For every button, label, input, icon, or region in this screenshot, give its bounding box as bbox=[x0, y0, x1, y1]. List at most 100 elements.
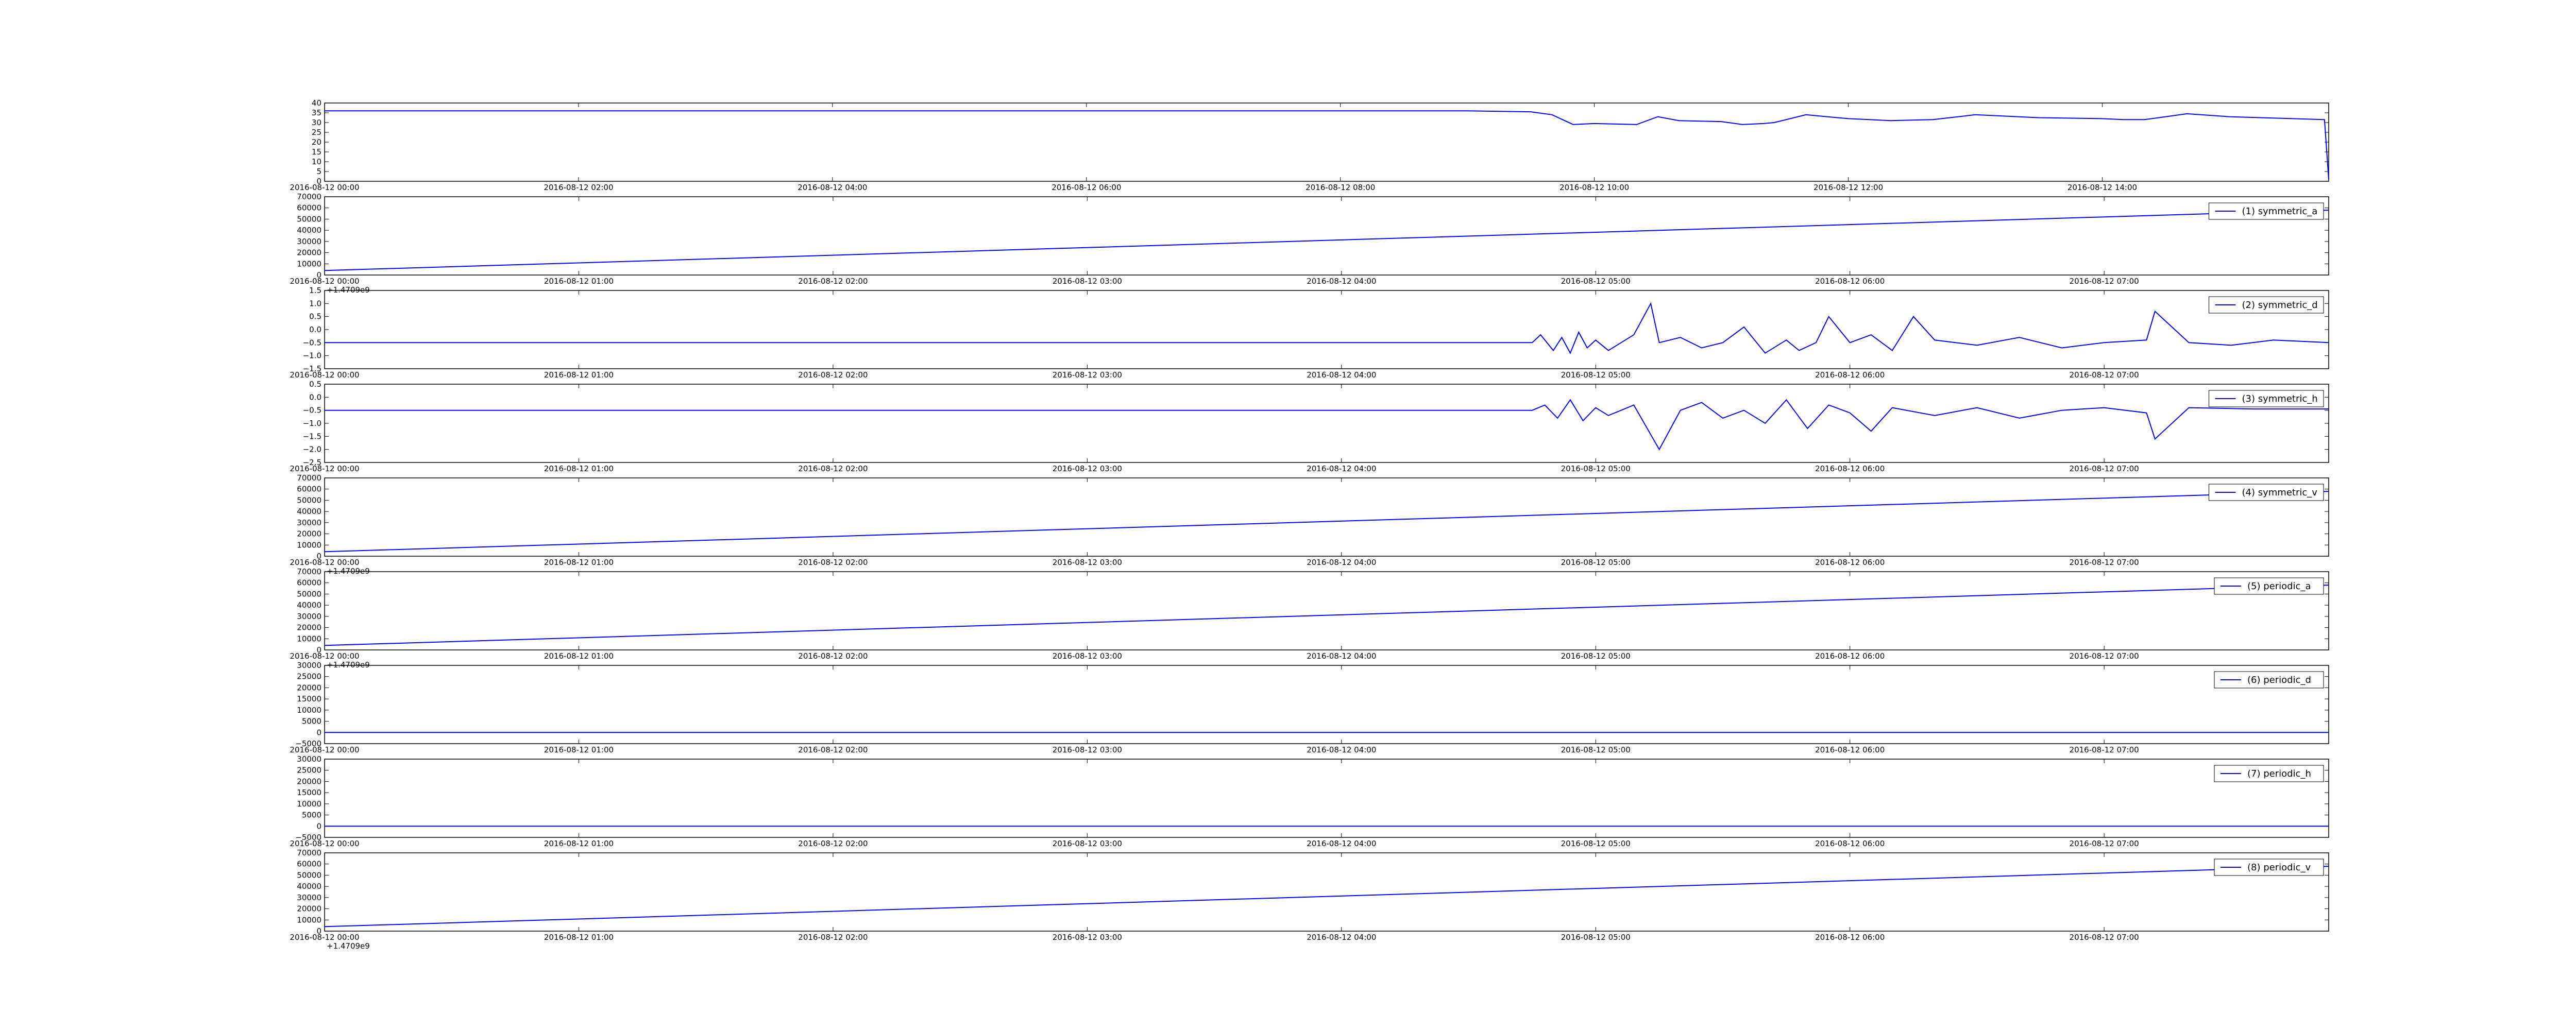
y-tick-label: 25 bbox=[312, 128, 321, 137]
x-tick-label: 2016-08-12 08:00 bbox=[1306, 183, 1375, 192]
legend: (7) periodic_h bbox=[2214, 765, 2324, 782]
y-tick-label: 10000 bbox=[297, 915, 321, 924]
x-tick-label: 2016-08-12 04:00 bbox=[1307, 933, 1376, 942]
x-tick-label: 2016-08-12 07:00 bbox=[2070, 277, 2139, 286]
y-tick-label: 10 bbox=[312, 157, 321, 166]
legend-label: (7) periodic_h bbox=[2247, 768, 2311, 779]
panel-7: −50000500010000150002000025000300002016-… bbox=[290, 661, 2329, 754]
y-tick-label: 70000 bbox=[297, 848, 321, 857]
x-tick-label: 2016-08-12 06:00 bbox=[1815, 839, 1885, 848]
axes-frame bbox=[324, 665, 2329, 744]
x-tick-label: 2016-08-12 05:00 bbox=[1561, 277, 1631, 286]
y-tick-label: 40000 bbox=[297, 600, 321, 610]
y-tick-label: 10000 bbox=[297, 799, 321, 809]
y-tick-label: 10000 bbox=[297, 259, 321, 268]
x-tick-label: 2016-08-12 03:00 bbox=[1053, 370, 1122, 380]
x-offset-text: +1.4709e9 bbox=[327, 566, 370, 576]
y-tick-label: 50000 bbox=[297, 589, 321, 598]
x-tick-label: 2016-08-12 00:00 bbox=[290, 933, 359, 942]
panel-9: 0100002000030000400005000060000700002016… bbox=[290, 848, 2329, 951]
x-tick-label: 2016-08-12 03:00 bbox=[1053, 933, 1122, 942]
y-tick-label: 15 bbox=[312, 147, 321, 157]
y-tick-label: 0.0 bbox=[309, 325, 321, 334]
y-tick-label: 30000 bbox=[297, 612, 321, 621]
panel-1: 05101520253035402016-08-12 00:00 2016-08-… bbox=[290, 98, 2329, 192]
panel-4: −2.5−2.0−1.5−1.0−0.50.00.52016-08-12 00:… bbox=[290, 380, 2329, 473]
x-tick-label: 2016-08-12 01:00 bbox=[544, 839, 614, 848]
x-tick-label: 2016-08-12 04:00 bbox=[1307, 370, 1376, 380]
y-tick-label: 25000 bbox=[297, 766, 321, 775]
x-tick-label: 2016-08-12 12:00 bbox=[1814, 183, 1883, 192]
y-tick-label: 50000 bbox=[297, 495, 321, 505]
legend: (4) symmetric_v bbox=[2209, 484, 2324, 501]
y-tick-label: 50000 bbox=[297, 870, 321, 880]
y-tick-label: 0.0 bbox=[309, 392, 321, 402]
series-line bbox=[324, 585, 2329, 646]
y-tick-label: 30000 bbox=[297, 661, 321, 670]
x-tick-label: 2016-08-12 01:00 bbox=[544, 651, 614, 661]
y-tick-label: 40000 bbox=[297, 507, 321, 516]
y-tick-label: 30000 bbox=[297, 237, 321, 246]
y-tick-label: 20000 bbox=[297, 777, 321, 786]
x-tick-label: 2016-08-12 06:00 bbox=[1052, 183, 1121, 192]
panel-3: −1.5−1.0−0.50.00.51.01.52016-08-12 00:00… bbox=[290, 286, 2329, 380]
axes-frame bbox=[324, 759, 2329, 838]
series-line bbox=[324, 491, 2329, 553]
legend: (5) periodic_a bbox=[2214, 577, 2324, 595]
y-tick-label: 20 bbox=[312, 138, 321, 147]
series-line bbox=[324, 866, 2329, 928]
y-tick-label: 70000 bbox=[297, 473, 321, 483]
x-tick-label: 2016-08-12 06:00 bbox=[1815, 933, 1885, 942]
legend-label: (8) periodic_v bbox=[2247, 862, 2311, 873]
x-tick-label: 2016-08-12 04:00 bbox=[1307, 464, 1376, 473]
x-offset-text: +1.4709e9 bbox=[327, 941, 370, 951]
panel-5: 0100002000030000400005000060000700002016… bbox=[290, 473, 2329, 576]
x-tick-label: 2016-08-12 00:00 bbox=[290, 558, 359, 567]
series-line bbox=[325, 399, 2329, 451]
x-tick-label: 2016-08-12 02:00 bbox=[798, 370, 868, 380]
x-tick-label: 2016-08-12 06:00 bbox=[1815, 745, 1885, 754]
x-tick-label: 2016-08-12 07:00 bbox=[2070, 745, 2139, 754]
legend-label: (5) periodic_a bbox=[2247, 581, 2311, 592]
x-tick-label: 2016-08-12 07:00 bbox=[2070, 651, 2139, 661]
x-tick-label: 2016-08-12 03:00 bbox=[1053, 745, 1122, 754]
y-tick-label: 10000 bbox=[297, 634, 321, 643]
y-tick-label: 1.0 bbox=[309, 299, 321, 308]
x-tick-label: 2016-08-12 05:00 bbox=[1561, 933, 1631, 942]
figure: 0 510152025303540 2016-08-12 00:00 2016-08-… bbox=[290, 98, 2329, 951]
axes-frame bbox=[324, 571, 2329, 650]
x-tick-label: 2016-08-12 04:00 bbox=[1307, 558, 1376, 567]
y-tick-label: 70000 bbox=[297, 192, 321, 201]
series-line bbox=[325, 110, 2329, 180]
x-offset-text: +1.4709e9 bbox=[327, 660, 370, 670]
y-tick-label: 1.5 bbox=[309, 286, 321, 295]
axes-frame bbox=[324, 290, 2329, 369]
x-tick-label: 2016-08-12 03:00 bbox=[1053, 651, 1122, 661]
y-tick-label: 0 bbox=[316, 821, 321, 831]
series-line bbox=[325, 302, 2329, 354]
y-tick-label: 60000 bbox=[297, 203, 321, 213]
panel-8: −50000500010000150002000025000300002016-… bbox=[290, 754, 2329, 848]
x-tick-label: 2016-08-12 07:00 bbox=[2070, 839, 2139, 848]
x-tick-label: 2016-08-12 05:00 bbox=[1561, 558, 1631, 567]
x-tick-label: 2016-08-12 07:00 bbox=[2070, 933, 2139, 942]
x-tick-label: 2016-08-12 02:00 bbox=[798, 745, 868, 754]
axes-frame bbox=[324, 102, 2329, 182]
legend: (2) symmetric_d bbox=[2209, 296, 2324, 314]
y-tick-label: 20000 bbox=[297, 904, 321, 914]
y-tick-label: −1.0 bbox=[303, 351, 321, 360]
x-tick-label: 2016-08-12 10:00 bbox=[1560, 183, 1629, 192]
legend-label: (1) symmetric_a bbox=[2242, 206, 2318, 217]
axes-frame bbox=[324, 384, 2329, 463]
legend-label: (2) symmetric_d bbox=[2242, 300, 2318, 311]
legend-label: (3) symmetric_h bbox=[2242, 393, 2318, 404]
x-tick-label: 2016-08-12 06:00 bbox=[1815, 558, 1885, 567]
y-tick-label: 30 bbox=[312, 118, 321, 127]
legend: (1) symmetric_a bbox=[2209, 202, 2324, 220]
y-tick-label: 20000 bbox=[297, 248, 321, 258]
legend-label: (6) periodic_d bbox=[2247, 675, 2311, 685]
x-tick-label: 2016-08-12 05:00 bbox=[1561, 370, 1631, 380]
legend: (3) symmetric_h bbox=[2209, 390, 2324, 407]
x-tick-label: 2016-08-12 06:00 bbox=[1815, 464, 1885, 473]
axes-frame bbox=[324, 852, 2329, 932]
